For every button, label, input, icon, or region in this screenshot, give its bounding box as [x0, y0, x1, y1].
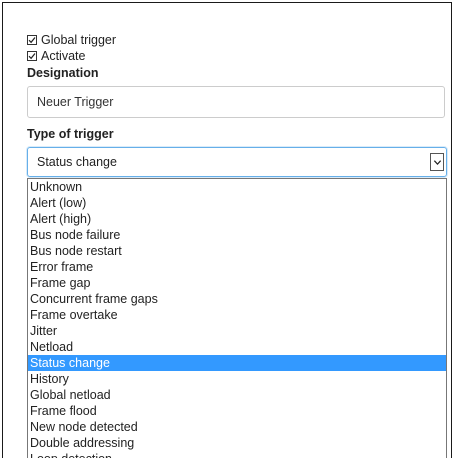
dropdown-option[interactable]: Jitter — [28, 323, 446, 339]
dropdown-option[interactable]: New node detected — [28, 419, 446, 435]
global-trigger-label: Global trigger — [41, 33, 117, 47]
dropdown-option[interactable]: Netload — [28, 339, 446, 355]
global-trigger-checkbox-row[interactable]: Global trigger — [27, 32, 116, 48]
chevron-down-icon — [433, 159, 441, 165]
type-of-trigger-options-list[interactable]: Unknown Alert (low) Alert (high) Bus node f… — [27, 178, 447, 458]
dropdown-option[interactable]: Error frame — [28, 259, 446, 275]
dropdown-option[interactable]: History — [28, 371, 446, 387]
designation-input[interactable]: Neuer Trigger — [27, 86, 445, 118]
dropdown-arrow-button[interactable] — [430, 153, 444, 171]
global-trigger-checkbox[interactable] — [27, 35, 37, 45]
dropdown-option[interactable]: Alert (high) — [28, 211, 446, 227]
type-of-trigger-select[interactable]: Status change — [27, 147, 447, 177]
dropdown-option[interactable]: Double addressing — [28, 435, 446, 451]
dropdown-option[interactable]: Bus node failure — [28, 227, 446, 243]
activate-label: Activate — [41, 49, 86, 63]
dropdown-option[interactable]: Concurrent frame gaps — [28, 291, 446, 307]
type-of-trigger-selected-value: Status change — [37, 155, 117, 169]
dropdown-option[interactable]: Status change — [28, 355, 446, 371]
checkmark-icon — [28, 53, 36, 60]
dropdown-option[interactable]: Alert (low) — [28, 195, 446, 211]
designation-label: Designation — [27, 66, 99, 80]
dropdown-option[interactable]: Frame flood — [28, 403, 446, 419]
activate-checkbox[interactable] — [27, 51, 37, 61]
trigger-form-panel: Global trigger Activate Designation Neue… — [2, 2, 452, 458]
dropdown-option[interactable]: Loop detection — [28, 451, 446, 458]
dropdown-option[interactable]: Global netload — [28, 387, 446, 403]
activate-checkbox-row[interactable]: Activate — [27, 48, 85, 64]
dropdown-option[interactable]: Frame gap — [28, 275, 446, 291]
dropdown-option[interactable]: Bus node restart — [28, 243, 446, 259]
dropdown-option[interactable]: Unknown — [28, 179, 446, 195]
checkmark-icon — [28, 37, 36, 44]
designation-value: Neuer Trigger — [37, 95, 114, 109]
dropdown-option[interactable]: Frame overtake — [28, 307, 446, 323]
type-of-trigger-label: Type of trigger — [27, 127, 114, 141]
